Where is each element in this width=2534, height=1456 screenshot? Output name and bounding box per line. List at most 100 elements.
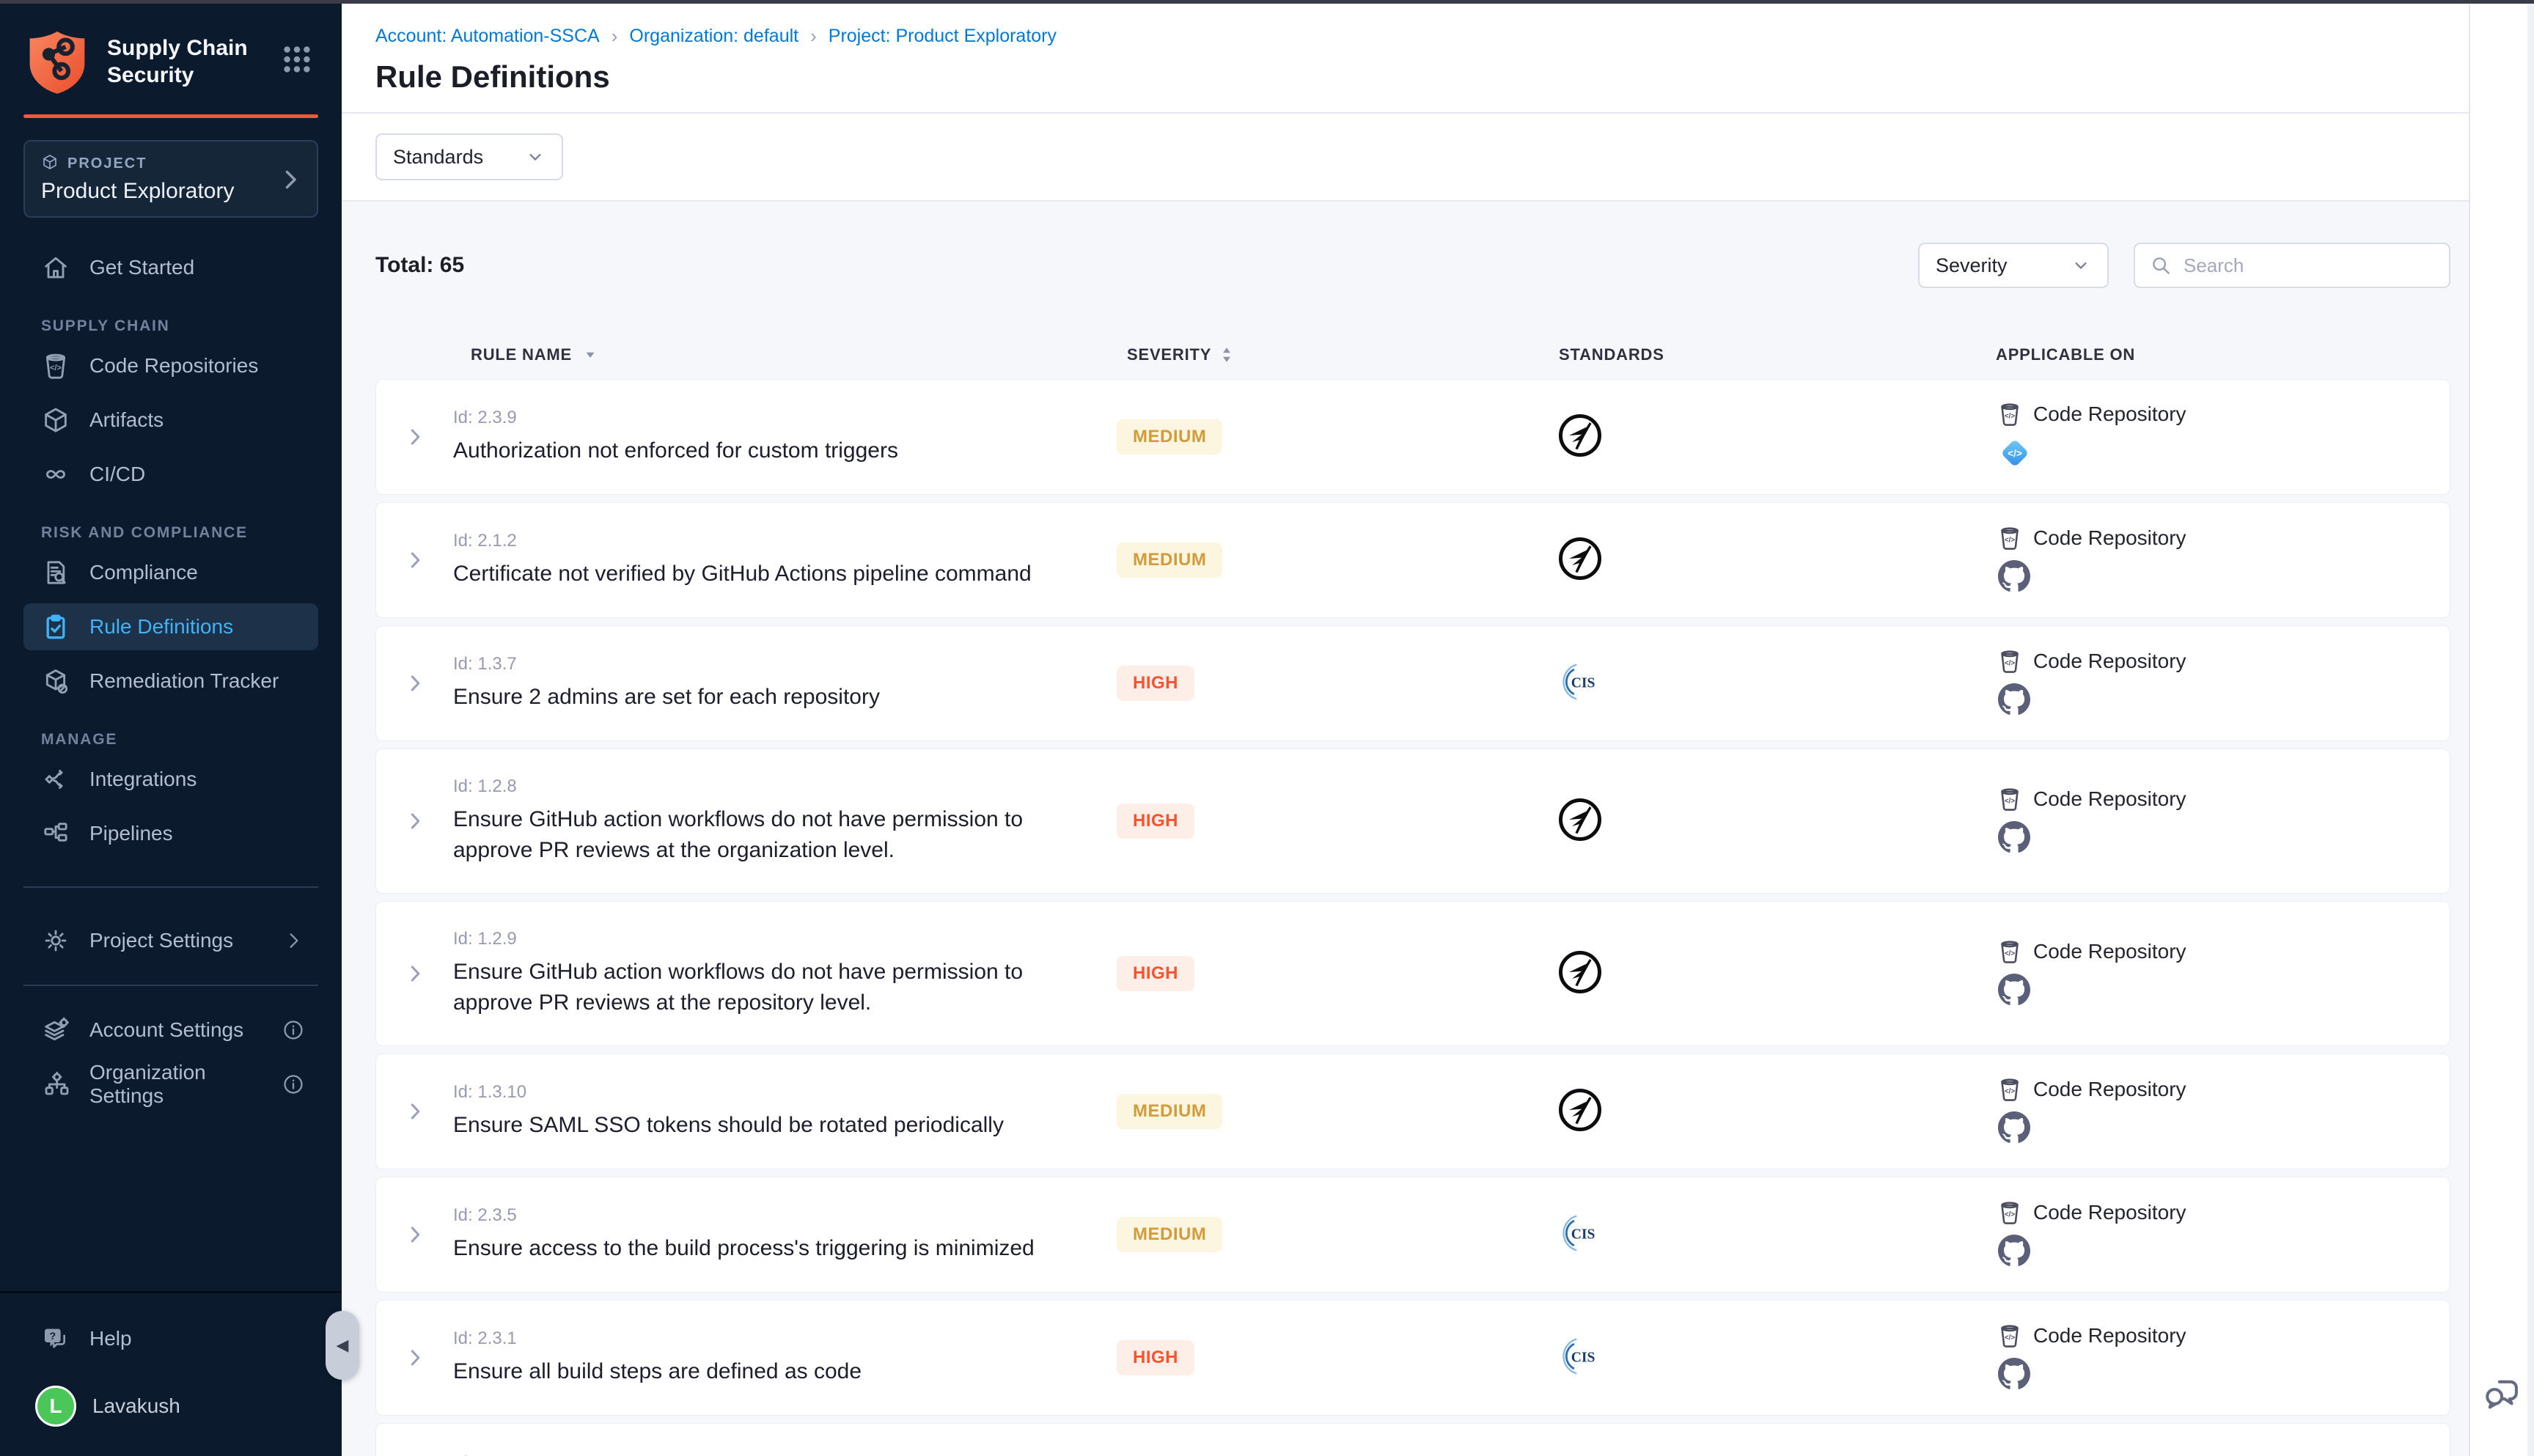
rule-name: Ensure GitHub action workflows do not ha… [453,957,1098,1018]
package-icon [41,405,70,435]
standards-filter-label: Standards [393,146,483,169]
divider [23,886,318,888]
applicable-on-cell: </>Code Repository [1967,648,2450,719]
standards-cell: CIS [1527,1211,1967,1259]
table-toolbar: Total: 65 Severity [375,243,2450,288]
code-repository-icon: </> [1997,401,2023,427]
rule-id: Id: 1.2.9 [453,929,1117,949]
sidebar-item-label: Project Settings [89,929,233,952]
svg-text:?: ? [50,1331,56,1342]
table-row[interactable]: Id: 1.3.10Ensure SAML SSO tokens should … [375,1054,2450,1169]
expand-chevron-icon[interactable] [376,672,453,695]
breadcrumb-link-1[interactable]: Organization: default [629,26,798,47]
table-row[interactable]: Id: 2.3.5Ensure access to the build proc… [375,1177,2450,1293]
user-menu[interactable]: L Lavakush [23,1386,318,1427]
total-count: Total: 65 [375,253,464,278]
rule-name-cell: Id: 2.3.1Ensure all build steps are defi… [453,1328,1117,1387]
doc-search-icon [41,558,70,587]
severity-badge: MEDIUM [1117,419,1222,455]
sidebar-item-label: Compliance [89,561,198,584]
code-repository-icon: </> [1997,648,2023,674]
svg-text:</>: </> [2005,536,2015,544]
sidebar-item-remediation-tracker[interactable]: Remediation Tracker [23,658,318,705]
chevron-right-icon [277,166,304,193]
cis-standard-icon: CIS [1557,660,1601,707]
search-input[interactable] [2184,254,2434,277]
expand-chevron-icon[interactable] [376,809,453,833]
provider-icons [1997,1235,2450,1271]
table-row[interactable]: Id: 2.1.2Certificate not verified by Git… [375,502,2450,618]
rule-id: Id: 2.3.5 [453,1205,1117,1226]
rule-name: Ensure all build steps are defined as co… [453,1356,1098,1387]
expand-chevron-icon[interactable] [376,425,453,449]
breadcrumb-link-2[interactable]: Project: Product Exploratory [829,26,1057,47]
rule-id: Id: 1.2.8 [453,776,1117,797]
help-label: Help [89,1327,132,1350]
standards-filter-select[interactable]: Standards [375,133,563,180]
account-gear-icon [41,1015,70,1045]
applicable-label: Code Repository [2033,526,2186,550]
home-icon [41,253,70,282]
sidebar-item-project-settings[interactable]: Project Settings [23,917,318,964]
expand-chevron-icon[interactable] [376,1346,453,1369]
column-header-rule-name[interactable]: RULE NAME [452,345,1116,364]
sidebar-item-pipelines[interactable]: Pipelines [23,810,318,857]
table-row[interactable]: Id: 2.3.9Authorization not enforced for … [375,379,2450,495]
column-header-severity[interactable]: SEVERITY [1116,345,1527,364]
severity-filter-select[interactable]: Severity [1918,243,2109,288]
search-icon [2150,254,2172,276]
github-icon [1998,560,2030,596]
applicable-on-cell: </>Code Repository</> [1967,401,2450,474]
github-icon [1998,1358,2030,1394]
table-row[interactable]: Id: 2.3.1Ensure all build steps are defi… [375,1300,2450,1416]
expand-chevron-icon[interactable] [376,1100,453,1123]
applicable-target: </>Code Repository [1997,1199,2450,1226]
help-button[interactable]: ? Help [23,1324,318,1353]
cis-standard-icon: CIS [1557,1211,1601,1259]
sidebar-item-artifacts[interactable]: Artifacts [23,397,318,444]
applicable-label: Code Repository [2033,787,2186,811]
expand-chevron-icon[interactable] [376,962,453,985]
owasp-standard-icon [1557,796,1604,847]
sidebar-footer: ? Help L Lavakush [0,1291,342,1456]
info-icon [282,1073,305,1096]
sidebar-item-code-repositories[interactable]: </>Code Repositories [23,342,318,389]
project-selector[interactable]: PROJECT Product Exploratory [23,140,318,218]
sidebar-item-label: CI/CD [89,463,145,486]
sidebar-item-ci-cd[interactable]: CI/CD [23,451,318,498]
table-row[interactable]: Id: 1.2.9 Ensure GitHub action workflows … [375,901,2450,1046]
info-icon [282,1018,305,1042]
sidebar-item-organization-settings[interactable]: Organization Settings [23,1061,318,1108]
divider [23,985,318,986]
sidebar-section-label: SUPPLY CHAIN [41,317,318,335]
breadcrumb-link-0[interactable]: Account: Automation-SSCA [375,26,600,47]
svg-text:</>: </> [2005,659,2015,667]
expand-chevron-icon[interactable] [376,1223,453,1246]
sidebar-item-compliance[interactable]: Compliance [23,549,318,596]
sidebar-item-account-settings[interactable]: Account Settings [23,1007,318,1054]
scrollbar-track[interactable] [2527,4,2534,1456]
severity-badge: HIGH [1117,804,1194,839]
severity-badge: MEDIUM [1117,543,1222,578]
sidebar-item-integrations[interactable]: Integrations [23,756,318,803]
clipboard-check-icon [41,612,70,641]
app-switcher-grid-icon[interactable] [280,43,314,76]
rule-id: Id: 2.3.9 [453,408,1117,428]
sidebar-item-get-started[interactable]: Get Started [23,244,318,291]
sidebar-collapse-handle[interactable]: ◀ [326,1311,359,1380]
page-header: Account: Automation-SSCA›Organization: d… [342,0,2469,114]
sidebar-item-rule-definitions[interactable]: Rule Definitions [23,603,318,650]
severity-header-label: SEVERITY [1127,345,1211,364]
integrations-icon [41,765,70,794]
provider-icons [1997,1111,2450,1147]
table-row[interactable]: Id: 1.1.9HIGHCIS</>Code Repository [375,1423,2450,1456]
rule-id: Id: 1.3.10 [453,1082,1117,1103]
support-chat-icon[interactable] [2483,1374,2522,1413]
rule-name: Certificate not verified by GitHub Actio… [453,559,1098,589]
table-row[interactable]: Id: 1.2.8Ensure GitHub action workflows … [375,749,2450,894]
column-header-standards: STANDARDS [1527,345,1966,364]
table-row[interactable]: Id: 1.3.7Ensure 2 admins are set for eac… [375,625,2450,741]
expand-chevron-icon[interactable] [376,548,453,572]
github-icon [1998,821,2030,857]
applicable-on-cell: </>Code Repository [1967,938,2450,1010]
